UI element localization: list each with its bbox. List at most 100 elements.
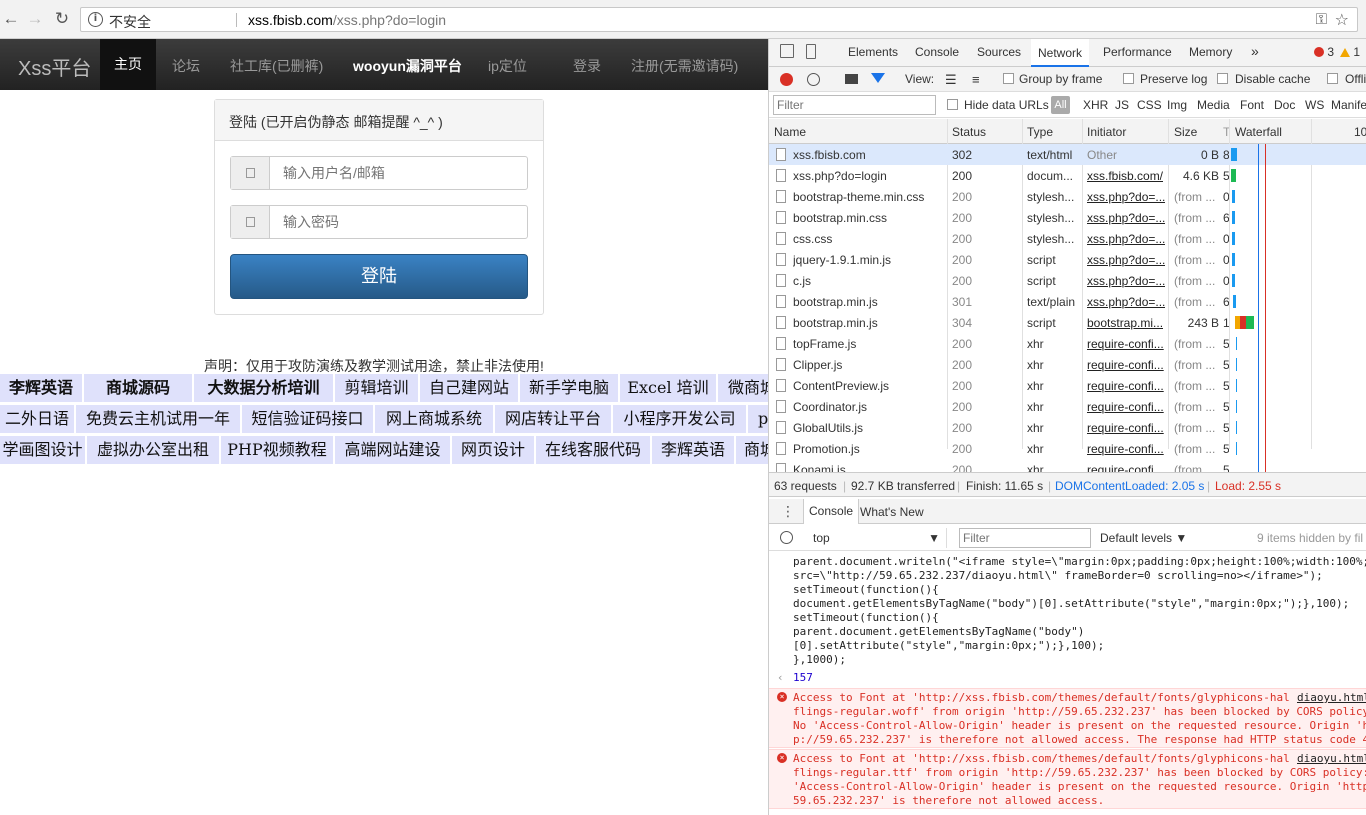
type-filter-xhr[interactable]: XHR: [1083, 98, 1108, 112]
request-row[interactable]: bootstrap-theme.min.css 200 stylesh... x…: [769, 186, 1366, 207]
col-status[interactable]: Status: [952, 125, 986, 139]
tab-memory[interactable]: Memory: [1189, 45, 1232, 59]
request-initiator[interactable]: require-confi...: [1087, 463, 1164, 472]
waterfall-view-icon[interactable]: ≡: [972, 72, 980, 87]
star-icon[interactable]: ☆: [1335, 10, 1349, 30]
request-initiator[interactable]: require-confi...: [1087, 358, 1164, 372]
request-initiator[interactable]: bootstrap.mi...: [1087, 316, 1163, 330]
ad-link[interactable]: 自己建网站: [420, 374, 518, 402]
group-by-frame-checkbox[interactable]: [1003, 73, 1014, 84]
request-row[interactable]: bootstrap.min.js 301 text/plain xss.php?…: [769, 291, 1366, 312]
nav-wooyun[interactable]: wooyun漏洞平台: [353, 56, 462, 76]
url-text[interactable]: xss.fbisb.com/xss.php?do=login: [248, 12, 446, 28]
more-tabs-icon[interactable]: »: [1251, 43, 1259, 59]
request-row[interactable]: c.js 200 script xss.php?do=... (from ...…: [769, 270, 1366, 291]
ad-link[interactable]: p: [748, 405, 768, 433]
ad-link[interactable]: 短信验证码接口: [242, 405, 373, 433]
request-row[interactable]: xss.php?do=login 200 docum... xss.fbisb.…: [769, 165, 1366, 186]
tab-elements[interactable]: Elements: [848, 45, 898, 59]
clear-icon[interactable]: [807, 73, 820, 86]
col-initiator[interactable]: Initiator: [1087, 125, 1126, 139]
request-initiator[interactable]: require-confi...: [1087, 421, 1164, 435]
request-row[interactable]: Konami.js 200 xhr require-confi... (from…: [769, 459, 1366, 472]
type-filter-font[interactable]: Font: [1240, 98, 1264, 112]
error-source-link[interactable]: diaoyu.html: [1297, 691, 1366, 704]
ad-link[interactable]: 商城: [736, 436, 768, 464]
request-initiator[interactable]: require-confi...: [1087, 337, 1164, 351]
request-row[interactable]: Coordinator.js 200 xhr require-confi... …: [769, 396, 1366, 417]
device-toolbar-icon[interactable]: [806, 44, 816, 59]
log-levels-dropdown[interactable]: Default levels ▼: [1100, 531, 1187, 545]
clear-console-icon[interactable]: [780, 531, 793, 544]
key-icon[interactable]: ⚿: [1316, 11, 1327, 28]
ad-link[interactable]: 新手学电脑: [520, 374, 618, 402]
drawer-tab-console[interactable]: Console: [803, 499, 860, 524]
request-initiator[interactable]: require-confi...: [1087, 400, 1164, 414]
ad-link[interactable]: 二外日语: [0, 405, 74, 433]
drawer-menu-icon[interactable]: ⋮: [781, 503, 795, 520]
tab-performance[interactable]: Performance: [1103, 45, 1172, 59]
ad-link[interactable]: 免费云主机试用一年: [76, 405, 240, 433]
offline-checkbox[interactable]: [1327, 73, 1338, 84]
ad-link[interactable]: 微商城: [718, 374, 768, 402]
type-filter-doc[interactable]: Doc: [1274, 98, 1295, 112]
request-initiator[interactable]: xss.php?do=...: [1087, 274, 1165, 288]
request-row[interactable]: Promotion.js 200 xhr require-confi... (f…: [769, 438, 1366, 459]
login-button[interactable]: 登陆: [230, 254, 528, 299]
col-waterfall[interactable]: Waterfall: [1235, 125, 1282, 139]
filter-icon[interactable]: [871, 73, 885, 83]
ad-link[interactable]: 虚拟办公室出租: [87, 436, 219, 464]
type-filter-all[interactable]: All: [1051, 96, 1070, 114]
ad-link[interactable]: 李辉英语: [652, 436, 734, 464]
ad-link[interactable]: 李辉英语: [0, 374, 82, 402]
type-filter-img[interactable]: Img: [1167, 98, 1187, 112]
record-icon[interactable]: [780, 73, 793, 86]
nav-forum[interactable]: 论坛: [172, 56, 200, 76]
ad-link[interactable]: Excel 培训: [620, 374, 716, 402]
request-initiator[interactable]: xss.php?do=...: [1087, 295, 1165, 309]
error-warning-counter[interactable]: 3 1: [1314, 45, 1360, 59]
request-row[interactable]: bootstrap.min.js 304 script bootstrap.mi…: [769, 312, 1366, 333]
ad-link[interactable]: 网页设计: [452, 436, 534, 464]
request-row[interactable]: topFrame.js 200 xhr require-confi... (fr…: [769, 333, 1366, 354]
type-filter-ws[interactable]: WS: [1305, 98, 1324, 112]
nav-social-lib[interactable]: 社工库(已删裤): [230, 56, 323, 76]
back-icon[interactable]: ←: [0, 8, 22, 30]
network-filter-input[interactable]: [773, 95, 936, 115]
request-row[interactable]: bootstrap.min.css 200 stylesh... xss.php…: [769, 207, 1366, 228]
request-row[interactable]: Clipper.js 200 xhr require-confi... (fro…: [769, 354, 1366, 375]
ad-link[interactable]: 大数据分析培训: [194, 374, 333, 402]
security-label[interactable]: 不安全: [109, 12, 151, 32]
list-view-icon[interactable]: ☰: [945, 72, 957, 88]
screenshot-icon[interactable]: [845, 74, 858, 84]
username-input[interactable]: [271, 157, 527, 189]
drawer-tab-whats-new[interactable]: What's New: [860, 505, 924, 519]
request-row[interactable]: css.css 200 stylesh... xss.php?do=... (f…: [769, 228, 1366, 249]
address-bar[interactable]: i 不安全 xss.fbisb.com/xss.php?do=login ⚿ ☆: [80, 7, 1358, 32]
col-size[interactable]: Size: [1174, 125, 1197, 139]
col-name[interactable]: Name: [774, 125, 806, 139]
info-icon[interactable]: i: [88, 12, 103, 27]
col-type[interactable]: Type: [1027, 125, 1053, 139]
ad-link[interactable]: 网上商城系统: [375, 405, 493, 433]
request-initiator[interactable]: xss.php?do=...: [1087, 190, 1165, 204]
nav-ip-locate[interactable]: ip定位: [488, 56, 527, 76]
context-selector[interactable]: top ▼: [807, 528, 947, 548]
type-filter-js[interactable]: JS: [1115, 98, 1129, 112]
request-row[interactable]: jquery-1.9.1.min.js 200 script xss.php?d…: [769, 249, 1366, 270]
request-initiator[interactable]: xss.php?do=...: [1087, 253, 1165, 267]
ad-link[interactable]: 学画图设计: [0, 436, 85, 464]
password-input[interactable]: [271, 206, 527, 238]
tab-sources[interactable]: Sources: [977, 45, 1021, 59]
disable-cache-checkbox[interactable]: [1217, 73, 1228, 84]
request-initiator[interactable]: xss.php?do=...: [1087, 232, 1165, 246]
ad-link[interactable]: 在线客服代码: [536, 436, 650, 464]
ad-link[interactable]: PHP视频教程: [221, 436, 333, 464]
nav-login[interactable]: 登录: [573, 56, 601, 76]
inspect-icon[interactable]: [780, 44, 794, 58]
ad-link[interactable]: 网店转让平台: [495, 405, 611, 433]
tab-console[interactable]: Console: [915, 45, 959, 59]
request-initiator[interactable]: xss.fbisb.com/: [1087, 169, 1163, 183]
nav-home[interactable]: 主页: [100, 39, 156, 90]
request-row[interactable]: GlobalUtils.js 200 xhr require-confi... …: [769, 417, 1366, 438]
